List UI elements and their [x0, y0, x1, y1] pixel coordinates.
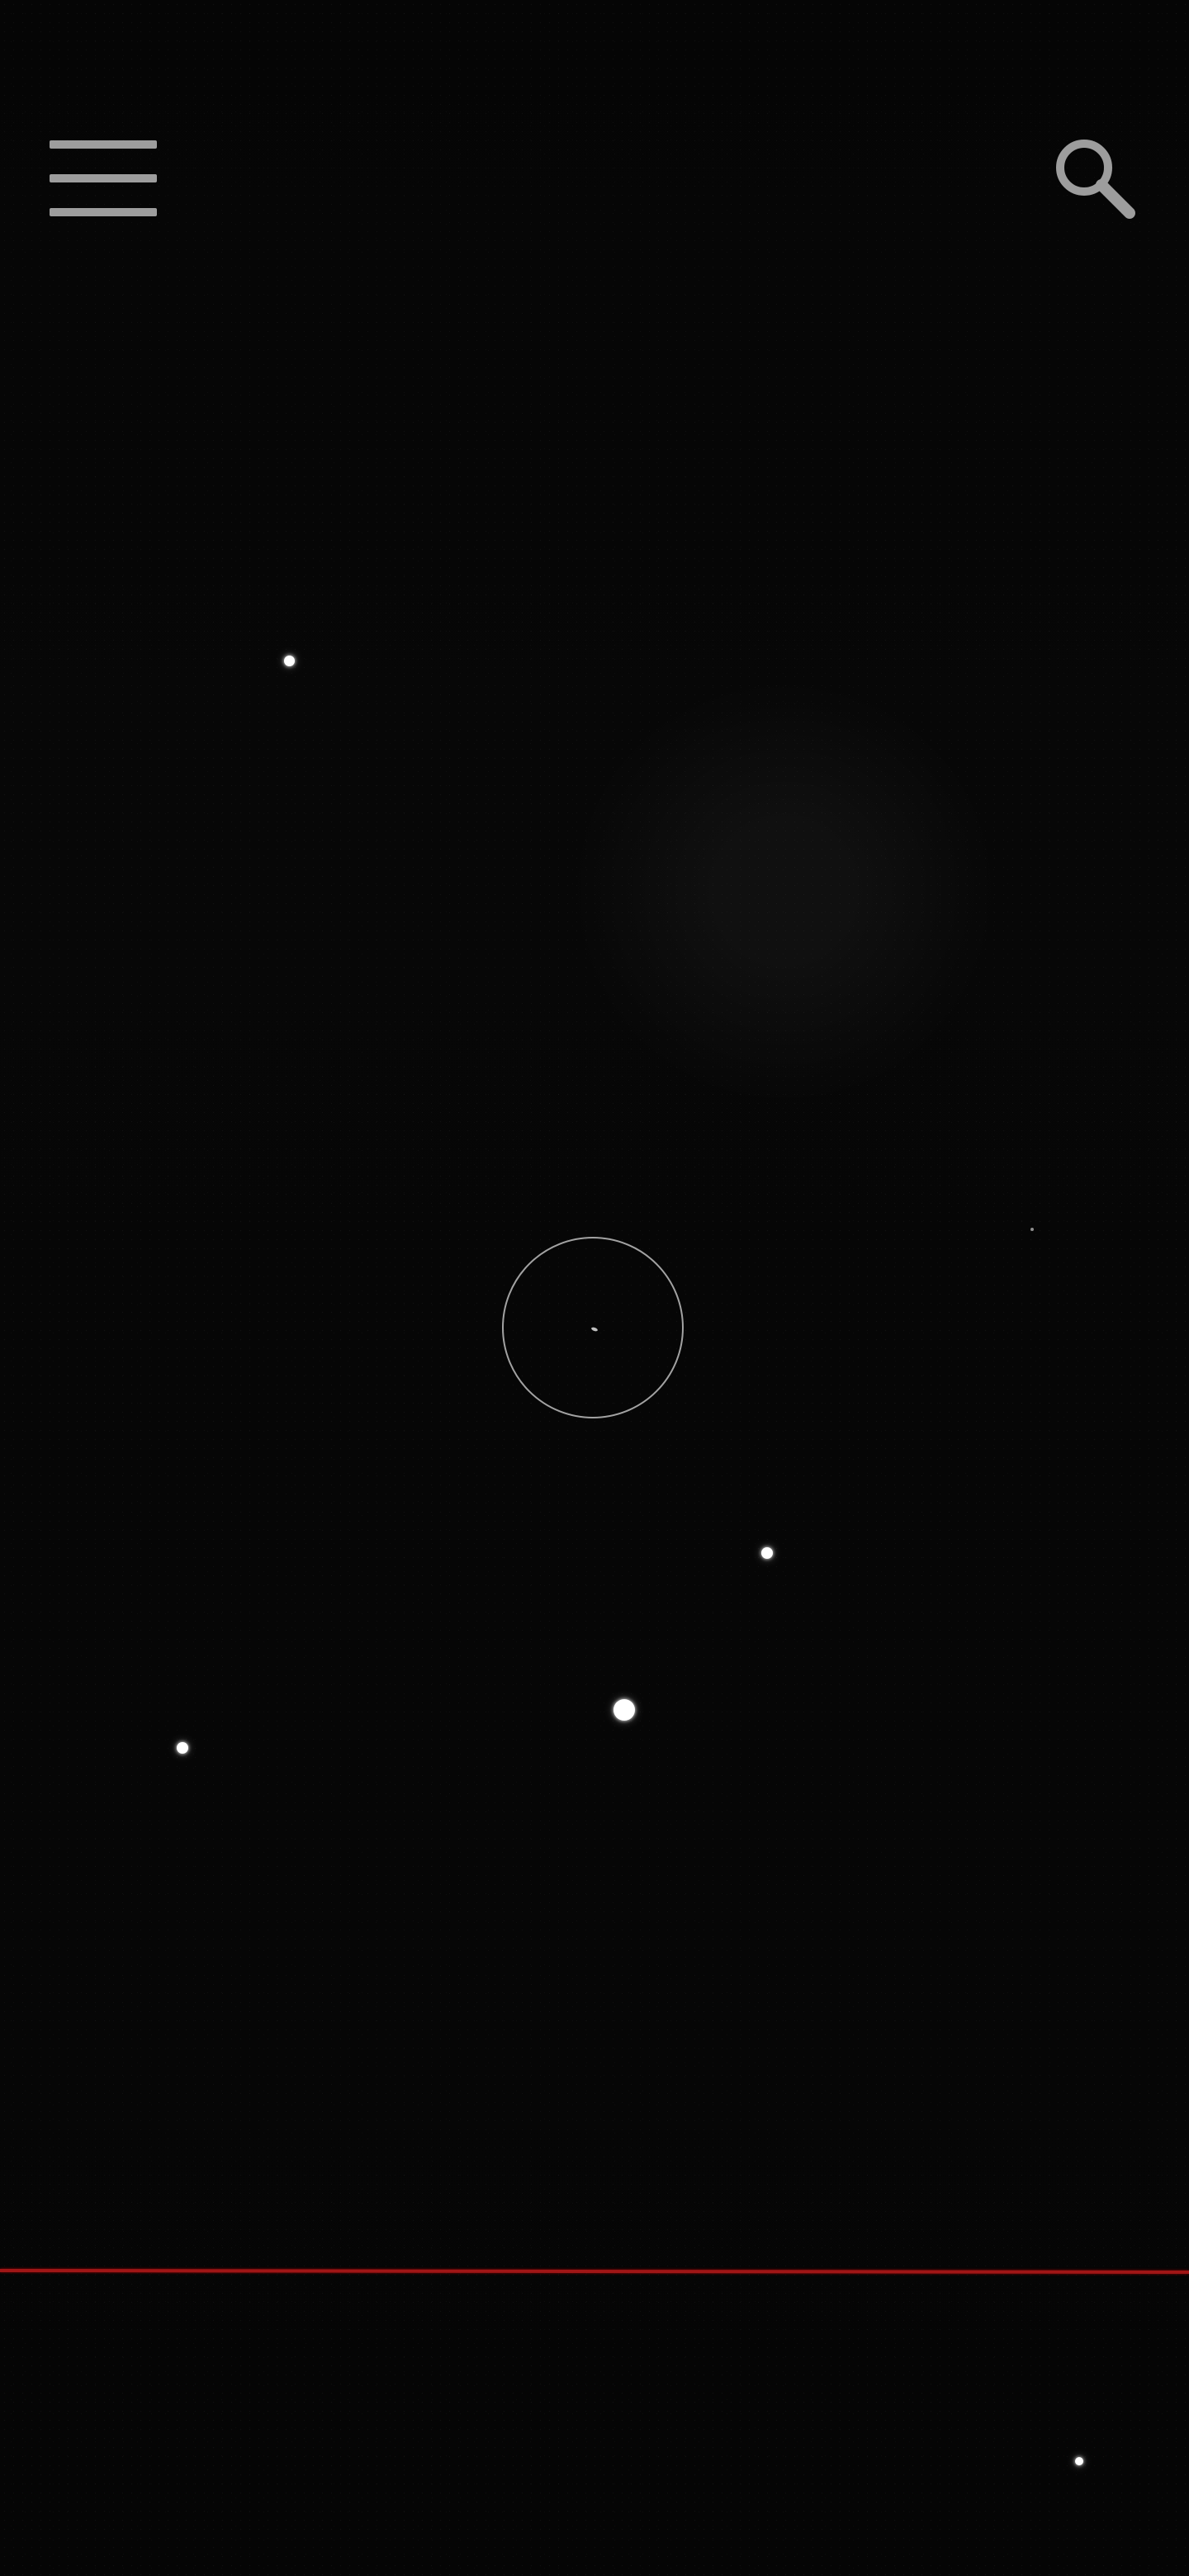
menu-icon-line-middle [50, 174, 157, 182]
search-button[interactable] [1044, 127, 1143, 226]
faint-star-point [1030, 1228, 1034, 1231]
star-point [761, 1547, 773, 1559]
target-center-dot [590, 1326, 599, 1333]
star-point [177, 1742, 188, 1754]
target-reticle[interactable] [502, 1237, 684, 1418]
search-icon [1056, 140, 1135, 219]
star-point [613, 1699, 635, 1721]
sky-view-screen[interactable] [0, 0, 1189, 2576]
menu-icon-line-bottom [50, 208, 157, 216]
star-point [284, 656, 295, 666]
menu-button[interactable] [50, 140, 157, 216]
menu-icon-line-top [50, 140, 157, 149]
horizon-line [0, 2269, 1189, 2275]
star-point [1075, 2457, 1083, 2465]
